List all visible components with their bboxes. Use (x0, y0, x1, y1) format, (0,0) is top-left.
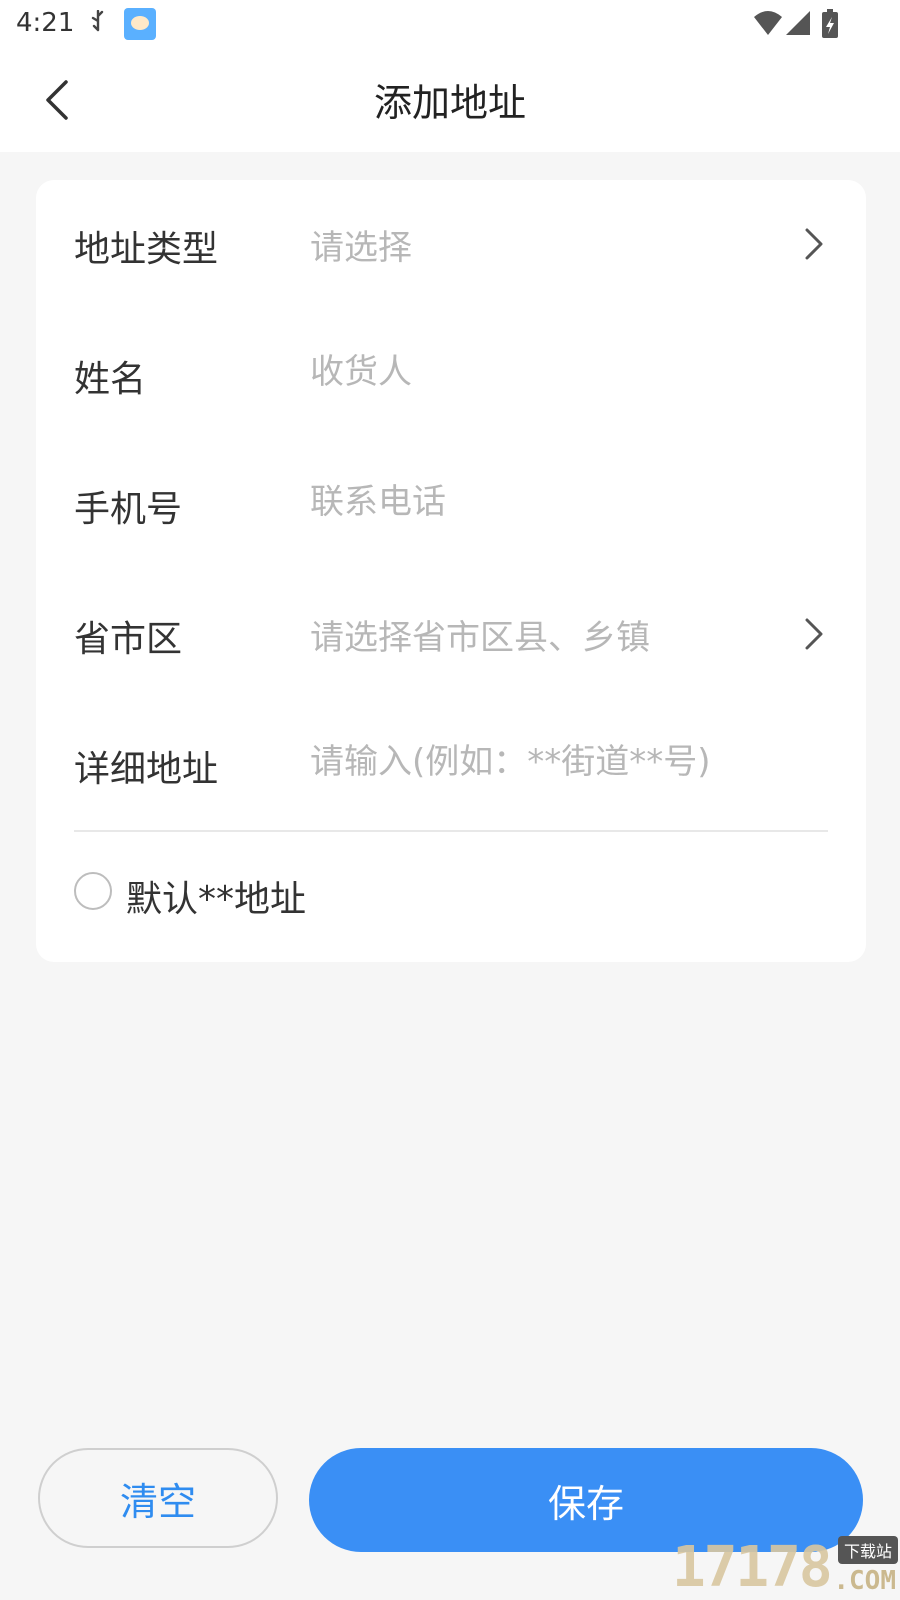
wifi-icon (754, 11, 782, 35)
status-bar: 4:21 (0, 0, 900, 48)
watermark-suffix: .COM (833, 1566, 896, 1596)
add-address-screen: 4:21 添加地址 地址类型 请选择 姓名 收货人 手机号 联系电话 省市区 请… (0, 0, 900, 1600)
signal-icon (786, 11, 810, 35)
divider (74, 830, 828, 832)
row-address-type[interactable]: 地址类型 请选择 (74, 182, 828, 302)
app-icon (124, 8, 156, 40)
save-button[interactable]: 保存 (309, 1448, 863, 1552)
region-select[interactable]: 请选择省市区县、乡镇 (310, 610, 650, 659)
battery-charging-icon (822, 9, 838, 38)
usb-icon (90, 9, 106, 38)
clear-button[interactable]: 清空 (38, 1448, 278, 1548)
region-label: 省市区 (74, 619, 183, 660)
phone-input[interactable] (310, 472, 770, 532)
detail-address-label: 详细地址 (74, 749, 219, 790)
default-address-label: 默认**地址 (126, 879, 307, 920)
page-title: 添加地址 (373, 81, 526, 125)
address-form-card: 地址类型 请选择 姓名 手机号 省市区 请选择省市区县、乡镇 详细地址 (36, 180, 866, 962)
row-region[interactable]: 省市区 请选择省市区县、乡镇 (74, 572, 828, 692)
phone-label: 手机号 (74, 489, 183, 530)
system-status-icons (752, 8, 848, 40)
nav-bar: 添加地址 (0, 48, 900, 152)
name-input[interactable] (310, 342, 770, 402)
address-type-label: 地址类型 (74, 229, 219, 270)
status-time: 4:21 (16, 8, 75, 38)
watermark-badge: 下载站 (837, 1536, 898, 1564)
row-detail-address: 详细地址 (74, 702, 828, 822)
default-address-radio[interactable] (74, 872, 112, 910)
row-name: 姓名 (74, 312, 828, 432)
default-address-toggle[interactable]: 默认**地址 (74, 860, 474, 920)
address-type-select[interactable]: 请选择 (310, 220, 412, 269)
row-phone: 手机号 (74, 442, 828, 562)
name-label: 姓名 (74, 359, 147, 400)
chevron-right-icon (805, 618, 823, 650)
chevron-right-icon (805, 228, 823, 260)
detail-address-input[interactable] (310, 732, 810, 792)
